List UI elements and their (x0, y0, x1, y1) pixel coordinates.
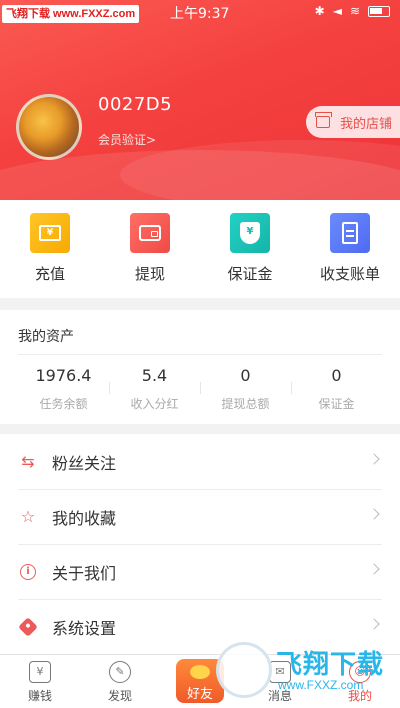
asset-task-balance[interactable]: 1976.4 任务余额 (18, 362, 109, 418)
watermark-url: www.FXXZ.com (278, 678, 364, 692)
shield-glyph: ¥ (240, 222, 260, 244)
star-outline-icon: ☆ (20, 507, 36, 526)
withdraw-button[interactable]: 提现 (100, 200, 200, 298)
asset-value: 0 (240, 366, 251, 385)
asset-deposit[interactable]: 0 保证金 (291, 362, 382, 418)
tab-earn[interactable]: ¥ 赚钱 (0, 655, 80, 708)
menu-item-label: 关于我们 (52, 563, 117, 583)
my-assets-card: 我的资产 1976.4 任务余额 5.4 收入分红 0 提现总额 0 保证金 (0, 310, 400, 424)
wifi-icon: ≋ (349, 4, 360, 18)
watermark-bottom: 飞翔下载 www.FXXZ.com (214, 640, 394, 704)
chevron-right-icon (368, 618, 380, 630)
asset-income-dividend[interactable]: 5.4 收入分红 (109, 362, 200, 418)
menu-item-label: 粉丝关注 (52, 453, 117, 473)
wallet-icon (130, 213, 170, 253)
recharge-button[interactable]: ¥ 充值 (0, 200, 100, 298)
hex-glyph (18, 616, 38, 637)
shop-icon (315, 112, 332, 128)
status-icons: ✱ ◄ ≋ (315, 4, 390, 18)
wallet-glyph (139, 225, 161, 241)
bill-label: 收支账单 (319, 265, 380, 283)
info-glyph: i (20, 563, 36, 580)
watermark-text: 飞翔下载 (276, 649, 385, 679)
profile-header: 上午9:37 ✱ ◄ ≋ 0027D5 会员验证> 我的店铺 (0, 0, 400, 200)
bluetooth-icon: ✱ (314, 4, 325, 18)
yen-icon: ¥ (29, 661, 51, 683)
assets-title: 我的资产 (18, 329, 74, 345)
menu-item-favorites[interactable]: ☆ 我的收藏 (0, 489, 400, 544)
quick-actions: ¥ 充值 提现 ¥ 保证金 收支账单 (0, 200, 400, 298)
menu-item-label: 我的收藏 (52, 508, 117, 528)
settings-menu: ⇆ 粉丝关注 ☆ 我的收藏 i 关于我们 系统设置 (0, 434, 400, 654)
bill-glyph (342, 222, 358, 244)
my-shop-label: 我的店铺 (340, 116, 393, 132)
menu-item-about[interactable]: i 关于我们 (0, 544, 400, 599)
tab-label: 发现 (107, 689, 132, 703)
chevron-right-icon (368, 453, 380, 465)
withdraw-label: 提现 (134, 265, 165, 283)
my-shop-button[interactable]: 我的店铺 (306, 106, 400, 138)
asset-withdraw-total[interactable]: 0 提现总额 (200, 362, 291, 418)
swap-arrows-icon: ⇆ (21, 452, 35, 471)
asset-caption: 提现总额 (221, 397, 270, 411)
bill-button[interactable]: 收支账单 (300, 200, 400, 298)
chevron-right-icon (368, 563, 380, 575)
shield-yen-icon: ¥ (230, 213, 270, 253)
header-wave (120, 140, 400, 200)
asset-value: 1976.4 (35, 366, 92, 385)
member-verify-link[interactable]: 会员验证> (98, 131, 156, 148)
divider (18, 354, 382, 355)
username: 0027D5 (98, 94, 173, 115)
mute-icon: ◄ (332, 4, 342, 18)
card-yen-glyph: ¥ (39, 225, 61, 241)
info-circle-icon: i (18, 562, 38, 582)
chevron-right-icon (368, 508, 380, 520)
settings-hex-icon (18, 616, 38, 637)
deposit-button[interactable]: ¥ 保证金 (200, 200, 300, 298)
recharge-card-icon: ¥ (30, 213, 70, 253)
battery-icon (368, 5, 390, 17)
tab-label: 赚钱 (27, 689, 52, 703)
menu-item-fans-follow[interactable]: ⇆ 粉丝关注 (0, 434, 400, 489)
recharge-label: 充值 (34, 265, 65, 283)
bill-icon (330, 213, 370, 253)
tab-discover[interactable]: ✎ 发现 (80, 655, 160, 708)
watermark-logo (216, 642, 272, 698)
status-time: 上午9:37 (170, 6, 230, 22)
compass-leaf-icon: ✎ (109, 661, 131, 683)
avatar[interactable] (16, 94, 82, 160)
asset-row: 1976.4 任务余额 5.4 收入分红 0 提现总额 0 保证金 (18, 362, 382, 418)
asset-value: 0 (331, 366, 342, 385)
asset-caption: 保证金 (318, 397, 355, 411)
menu-item-label: 系统设置 (52, 618, 117, 638)
asset-value: 5.4 (141, 366, 168, 385)
watermark-top: 飞翔下载 www.FXXZ.com (2, 5, 140, 23)
deposit-label: 保证金 (227, 265, 273, 283)
asset-caption: 任务余额 (39, 397, 88, 411)
asset-caption: 收入分红 (130, 397, 179, 411)
